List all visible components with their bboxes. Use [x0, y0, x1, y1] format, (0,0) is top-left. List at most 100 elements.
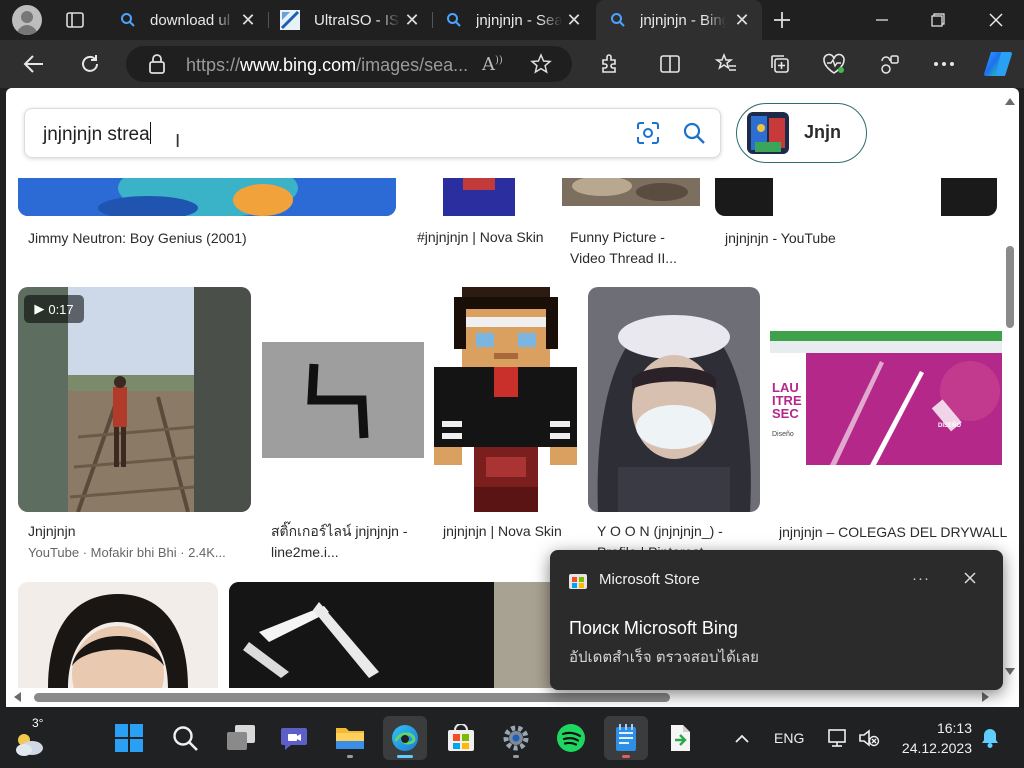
close-icon[interactable]: ✕: [732, 10, 752, 30]
result-image-partial[interactable]: [494, 582, 554, 688]
url-text[interactable]: https://www.bing.com/images/sea...: [186, 55, 468, 76]
scroll-down-arrow[interactable]: [1005, 668, 1015, 675]
result-image-youtube[interactable]: [715, 178, 997, 216]
result-image-colegas-drywall[interactable]: LAU ITRE SEC Diseño DISEÑO: [770, 331, 1002, 465]
toast-more-options-icon[interactable]: ···: [912, 570, 930, 587]
network-icon[interactable]: [827, 728, 851, 750]
result-image-nova-skin-1[interactable]: [443, 178, 515, 216]
toast-title: Поиск Microsoft Bing: [569, 618, 738, 638]
related-search-chip[interactable]: Jnjn: [736, 103, 867, 163]
ultraiso-icon: [280, 10, 300, 30]
chat-icon[interactable]: [272, 716, 316, 760]
result-caption[interactable]: Jimmy Neutron: Boy Genius (2001): [28, 228, 328, 249]
close-window-button[interactable]: [968, 0, 1024, 40]
file-explorer-icon[interactable]: [328, 716, 372, 760]
tab-jnjnjnjn-bing[interactable]: jnjnjnjn - Bing ✕: [596, 0, 762, 40]
close-icon[interactable]: ✕: [402, 10, 422, 30]
weather-widget[interactable]: 3°: [8, 716, 54, 760]
language-indicator[interactable]: ENG: [774, 730, 804, 746]
result-caption[interactable]: jnjnjnjn – COLEGAS DEL DRYWALL: [779, 522, 1019, 543]
notification-bell-icon[interactable]: [980, 727, 1002, 751]
text-cursor-icon: I: [175, 131, 181, 152]
bing-search-icon: [446, 12, 462, 28]
scroll-right-arrow[interactable]: [982, 692, 989, 702]
result-image-line-sticker[interactable]: [262, 342, 424, 458]
windows-taskbar: 3° ENG 16:13 24.12.2023: [0, 708, 1024, 768]
banner-corner-label: DISEÑO: [938, 423, 962, 429]
volume-muted-icon[interactable]: [858, 728, 882, 750]
favorite-star-icon[interactable]: [530, 53, 552, 75]
settings-icon[interactable]: [494, 716, 538, 760]
vertical-scrollbar[interactable]: [1002, 88, 1019, 688]
restore-button[interactable]: [910, 0, 966, 40]
search-box[interactable]: jnjnjnjn strea I: [24, 108, 721, 158]
scrollbar-thumb[interactable]: [34, 693, 670, 702]
search-icon[interactable]: [681, 120, 707, 146]
horizontal-scrollbar[interactable]: [6, 688, 1002, 707]
visual-search-icon[interactable]: [635, 120, 661, 146]
result-caption[interactable]: Jnjnjnjn: [28, 521, 228, 542]
result-image-jimmy-neutron[interactable]: [18, 178, 396, 216]
new-tab-button[interactable]: [768, 6, 796, 34]
toast-close-icon[interactable]: [962, 570, 978, 586]
tab-ultraiso[interactable]: UltraISO - IS ✕: [270, 0, 432, 40]
tab-actions-icon[interactable]: [62, 8, 88, 32]
search-taskbar-icon[interactable]: [163, 716, 207, 760]
result-image-portrait[interactable]: [18, 582, 218, 688]
edge-taskbar-icon[interactable]: [383, 716, 427, 760]
tab-title: download ul: [150, 11, 231, 29]
toast-app-name: Microsoft Store: [599, 571, 700, 588]
lock-icon[interactable]: [148, 54, 166, 74]
chip-label: Jnjn: [804, 122, 842, 142]
refresh-button[interactable]: [74, 48, 106, 80]
notification-toast[interactable]: Microsoft Store ··· Поиск Microsoft Bing…: [550, 550, 1003, 690]
tab-title: jnjnjnjn - Sea: [476, 11, 562, 29]
minimize-button[interactable]: [854, 0, 910, 40]
start-button[interactable]: [107, 716, 151, 760]
scrollbar-thumb[interactable]: [1006, 246, 1014, 328]
result-image-yoon-profile[interactable]: [588, 287, 760, 512]
result-image-nova-skin-2[interactable]: [434, 287, 577, 512]
workspaces-icon[interactable]: [874, 48, 906, 80]
scroll-up-arrow[interactable]: [1005, 98, 1015, 105]
notepad-icon[interactable]: [604, 716, 648, 760]
weather-temp: 3°: [32, 716, 44, 730]
tab-title: jnjnjnjn - Bing: [640, 11, 726, 29]
more-options-icon[interactable]: [928, 48, 960, 80]
copilot-icon[interactable]: [982, 48, 1014, 80]
bing-search-icon: [610, 12, 626, 28]
favorites-icon[interactable]: [710, 48, 742, 80]
result-caption[interactable]: #jnjnjnjn | Nova Skin: [417, 227, 545, 248]
tab-jnjnjnjn-search[interactable]: jnjnjnjn - Sea ✕: [436, 0, 594, 40]
result-caption[interactable]: jnjnjnjn | Nova Skin: [443, 521, 563, 542]
result-image-jnjnjnjn-video[interactable]: ▶ 0:17: [18, 287, 251, 512]
search-input[interactable]: jnjnjnjn strea: [43, 122, 151, 146]
show-hidden-icons-button[interactable]: [730, 728, 754, 748]
file-transfer-icon[interactable]: [658, 716, 702, 760]
collections-icon[interactable]: [764, 48, 796, 80]
edge-window: download ul ✕ UltraISO - IS ✕ jnjnjnjn -…: [0, 0, 1024, 768]
microsoft-store-icon: [569, 571, 587, 589]
result-caption[interactable]: สติ๊กเกอร์ไลน์ jnjnjnjn - line2me.i...: [271, 521, 427, 563]
result-image-dark-abstract[interactable]: [229, 582, 494, 688]
spotify-icon[interactable]: [549, 716, 593, 760]
extensions-icon[interactable]: [594, 48, 626, 80]
result-caption[interactable]: Funny Picture - Video Thread II...: [570, 227, 698, 269]
read-aloud-icon[interactable]: A)): [482, 54, 503, 75]
close-icon[interactable]: ✕: [564, 10, 584, 30]
result-caption[interactable]: jnjnjnjn - YouTube: [725, 228, 925, 249]
split-screen-icon[interactable]: [654, 48, 686, 80]
play-icon: ▶: [34, 301, 45, 316]
banner-brand: Diseño: [772, 431, 794, 438]
task-view-icon[interactable]: [219, 716, 263, 760]
back-button[interactable]: [18, 48, 50, 80]
microsoft-store-taskbar-icon[interactable]: [439, 716, 483, 760]
close-icon[interactable]: ✕: [238, 10, 258, 30]
scroll-left-arrow[interactable]: [14, 692, 21, 702]
profile-avatar[interactable]: [12, 5, 42, 35]
tab-download-ul[interactable]: download ul ✕: [110, 0, 268, 40]
clock[interactable]: 16:13 24.12.2023: [890, 718, 972, 758]
tab-strip: download ul ✕ UltraISO - IS ✕ jnjnjnjn -…: [0, 0, 1024, 40]
result-image-funny-picture[interactable]: [562, 178, 700, 206]
browser-essentials-icon[interactable]: [818, 48, 850, 80]
